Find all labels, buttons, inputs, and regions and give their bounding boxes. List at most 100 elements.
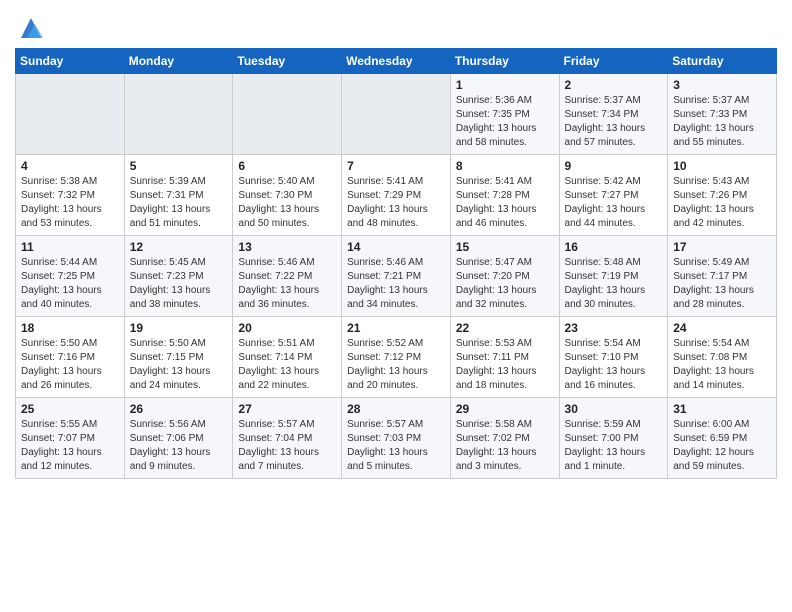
calendar-cell bbox=[16, 74, 125, 155]
calendar-cell: 26 Sunrise: 5:56 AMSunset: 7:06 PMDayligh… bbox=[124, 398, 233, 479]
calendar-cell: 28Sunrise: 5:57 AMSunset: 7:03 PMDayligh… bbox=[342, 398, 451, 479]
calendar-week-row: 18 Sunrise: 5:50 AMSunset: 7:16 PMDayligh… bbox=[16, 317, 777, 398]
day-number: 3 bbox=[673, 78, 771, 92]
day-info: Sunrise: 5:50 AMSunset: 7:16 PMDaylight:… bbox=[21, 337, 119, 393]
calendar-cell: 12 Sunrise: 5:45 AMSunset: 7:23 PMDayligh… bbox=[124, 236, 233, 317]
day-number: 20 bbox=[238, 321, 336, 335]
calendar-cell: 22 Sunrise: 5:53 AMSunset: 7:11 PMDayligh… bbox=[450, 317, 559, 398]
day-info: Sunrise: 5:49 AMSunset: 7:17 PMDaylight:… bbox=[673, 256, 771, 312]
day-info: Sunrise: 5:37 AMSunset: 7:33 PMDaylight:… bbox=[673, 94, 771, 150]
day-number: 7 bbox=[347, 159, 445, 173]
day-number: 1 bbox=[456, 78, 554, 92]
calendar-cell: 27 Sunrise: 5:57 AMSunset: 7:04 PMDayligh… bbox=[233, 398, 342, 479]
calendar-cell: 29Sunrise: 5:58 AMSunset: 7:02 PMDayligh… bbox=[450, 398, 559, 479]
day-info: Sunrise: 5:37 AMSunset: 7:34 PMDaylight:… bbox=[565, 94, 663, 150]
day-info: Sunrise: 5:54 AMSunset: 7:08 PMDaylight:… bbox=[673, 337, 771, 393]
calendar-cell: 10 Sunrise: 5:43 AMSunset: 7:26 PMDayligh… bbox=[668, 155, 777, 236]
calendar-cell: 4 Sunrise: 5:38 AMSunset: 7:32 PMDaylight… bbox=[16, 155, 125, 236]
day-info: Sunrise: 5:46 AMSunset: 7:22 PMDaylight:… bbox=[238, 256, 336, 312]
day-info: Sunrise: 5:48 AMSunset: 7:19 PMDaylight:… bbox=[565, 256, 663, 312]
calendar-cell: 25Sunrise: 5:55 AMSunset: 7:07 PMDayligh… bbox=[16, 398, 125, 479]
calendar-cell: 5 Sunrise: 5:39 AMSunset: 7:31 PMDaylight… bbox=[124, 155, 233, 236]
day-info: Sunrise: 5:39 AMSunset: 7:31 PMDaylight:… bbox=[130, 175, 228, 231]
day-info: Sunrise: 5:41 AMSunset: 7:29 PMDaylight:… bbox=[347, 175, 445, 231]
day-number: 9 bbox=[565, 159, 663, 173]
calendar-cell: 14Sunrise: 5:46 AMSunset: 7:21 PMDayligh… bbox=[342, 236, 451, 317]
calendar-cell: 18 Sunrise: 5:50 AMSunset: 7:16 PMDayligh… bbox=[16, 317, 125, 398]
day-number: 22 bbox=[456, 321, 554, 335]
calendar-cell: 23Sunrise: 5:54 AMSunset: 7:10 PMDayligh… bbox=[559, 317, 668, 398]
day-of-week-header: Wednesday bbox=[342, 49, 451, 74]
day-info: Sunrise: 5:45 AMSunset: 7:23 PMDaylight:… bbox=[130, 256, 228, 312]
calendar-cell: 31 Sunrise: 6:00 AMSunset: 6:59 PMDayligh… bbox=[668, 398, 777, 479]
calendar-cell: 19Sunrise: 5:50 AMSunset: 7:15 PMDayligh… bbox=[124, 317, 233, 398]
day-number: 8 bbox=[456, 159, 554, 173]
calendar-cell: 16Sunrise: 5:48 AMSunset: 7:19 PMDayligh… bbox=[559, 236, 668, 317]
day-info: Sunrise: 5:43 AMSunset: 7:26 PMDaylight:… bbox=[673, 175, 771, 231]
day-of-week-header: Tuesday bbox=[233, 49, 342, 74]
calendar-cell: 3 Sunrise: 5:37 AMSunset: 7:33 PMDaylight… bbox=[668, 74, 777, 155]
calendar-cell: 13 Sunrise: 5:46 AMSunset: 7:22 PMDayligh… bbox=[233, 236, 342, 317]
calendar-cell: 1 Sunrise: 5:36 AMSunset: 7:35 PMDaylight… bbox=[450, 74, 559, 155]
day-number: 19 bbox=[130, 321, 228, 335]
day-info: Sunrise: 5:41 AMSunset: 7:28 PMDaylight:… bbox=[456, 175, 554, 231]
calendar-cell bbox=[124, 74, 233, 155]
calendar-cell bbox=[342, 74, 451, 155]
day-number: 5 bbox=[130, 159, 228, 173]
day-number: 12 bbox=[130, 240, 228, 254]
calendar-cell: 21 Sunrise: 5:52 AMSunset: 7:12 PMDayligh… bbox=[342, 317, 451, 398]
day-number: 6 bbox=[238, 159, 336, 173]
day-number: 27 bbox=[238, 402, 336, 416]
calendar-week-row: 25Sunrise: 5:55 AMSunset: 7:07 PMDayligh… bbox=[16, 398, 777, 479]
day-info: Sunrise: 5:57 AMSunset: 7:04 PMDaylight:… bbox=[238, 418, 336, 474]
day-info: Sunrise: 5:44 AMSunset: 7:25 PMDaylight:… bbox=[21, 256, 119, 312]
page-header bbox=[15, 10, 777, 42]
day-number: 2 bbox=[565, 78, 663, 92]
calendar-week-row: 11 Sunrise: 5:44 AMSunset: 7:25 PMDayligh… bbox=[16, 236, 777, 317]
day-info: Sunrise: 5:38 AMSunset: 7:32 PMDaylight:… bbox=[21, 175, 119, 231]
calendar-cell bbox=[233, 74, 342, 155]
calendar-cell: 15 Sunrise: 5:47 AMSunset: 7:20 PMDayligh… bbox=[450, 236, 559, 317]
calendar-cell: 6 Sunrise: 5:40 AMSunset: 7:30 PMDaylight… bbox=[233, 155, 342, 236]
logo bbox=[15, 14, 45, 42]
day-info: Sunrise: 5:51 AMSunset: 7:14 PMDaylight:… bbox=[238, 337, 336, 393]
day-number: 31 bbox=[673, 402, 771, 416]
calendar-cell: 20 Sunrise: 5:51 AMSunset: 7:14 PMDayligh… bbox=[233, 317, 342, 398]
calendar-cell: 2 Sunrise: 5:37 AMSunset: 7:34 PMDaylight… bbox=[559, 74, 668, 155]
day-number: 14 bbox=[347, 240, 445, 254]
day-of-week-header: Thursday bbox=[450, 49, 559, 74]
day-info: Sunrise: 5:56 AMSunset: 7:06 PMDaylight:… bbox=[130, 418, 228, 474]
day-number: 30 bbox=[565, 402, 663, 416]
day-info: Sunrise: 5:47 AMSunset: 7:20 PMDaylight:… bbox=[456, 256, 554, 312]
day-of-week-header: Sunday bbox=[16, 49, 125, 74]
calendar-cell: 24 Sunrise: 5:54 AMSunset: 7:08 PMDayligh… bbox=[668, 317, 777, 398]
day-number: 21 bbox=[347, 321, 445, 335]
day-number: 11 bbox=[21, 240, 119, 254]
day-of-week-header: Monday bbox=[124, 49, 233, 74]
calendar-cell: 17 Sunrise: 5:49 AMSunset: 7:17 PMDayligh… bbox=[668, 236, 777, 317]
day-info: Sunrise: 5:36 AMSunset: 7:35 PMDaylight:… bbox=[456, 94, 554, 150]
day-number: 13 bbox=[238, 240, 336, 254]
day-of-week-header: Friday bbox=[559, 49, 668, 74]
day-number: 4 bbox=[21, 159, 119, 173]
day-number: 25 bbox=[21, 402, 119, 416]
day-info: Sunrise: 5:53 AMSunset: 7:11 PMDaylight:… bbox=[456, 337, 554, 393]
logo-icon bbox=[17, 14, 45, 42]
day-info: Sunrise: 5:52 AMSunset: 7:12 PMDaylight:… bbox=[347, 337, 445, 393]
day-number: 17 bbox=[673, 240, 771, 254]
calendar-cell: 8 Sunrise: 5:41 AMSunset: 7:28 PMDaylight… bbox=[450, 155, 559, 236]
day-number: 18 bbox=[21, 321, 119, 335]
day-of-week-header: Saturday bbox=[668, 49, 777, 74]
day-info: Sunrise: 5:54 AMSunset: 7:10 PMDaylight:… bbox=[565, 337, 663, 393]
day-number: 26 bbox=[130, 402, 228, 416]
day-info: Sunrise: 5:57 AMSunset: 7:03 PMDaylight:… bbox=[347, 418, 445, 474]
day-number: 10 bbox=[673, 159, 771, 173]
day-number: 15 bbox=[456, 240, 554, 254]
calendar-cell: 9Sunrise: 5:42 AMSunset: 7:27 PMDaylight… bbox=[559, 155, 668, 236]
day-number: 24 bbox=[673, 321, 771, 335]
day-info: Sunrise: 6:00 AMSunset: 6:59 PMDaylight:… bbox=[673, 418, 771, 474]
calendar-table: SundayMondayTuesdayWednesdayThursdayFrid… bbox=[15, 48, 777, 479]
day-info: Sunrise: 5:40 AMSunset: 7:30 PMDaylight:… bbox=[238, 175, 336, 231]
calendar-week-row: 4 Sunrise: 5:38 AMSunset: 7:32 PMDaylight… bbox=[16, 155, 777, 236]
calendar-header: SundayMondayTuesdayWednesdayThursdayFrid… bbox=[16, 49, 777, 74]
